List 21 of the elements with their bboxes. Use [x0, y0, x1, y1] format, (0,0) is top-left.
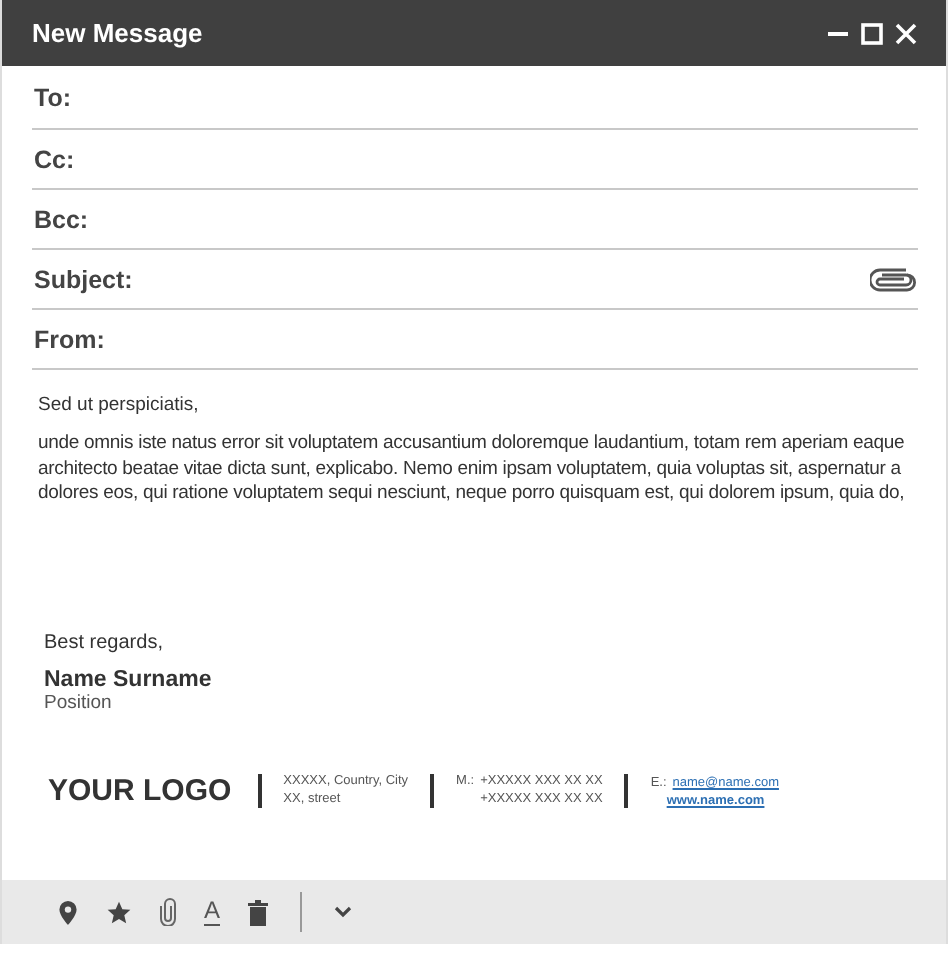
location-pin-icon[interactable] [58, 899, 78, 925]
field-label: Cc: [34, 145, 75, 173]
maximize-icon[interactable] [860, 21, 884, 45]
paperclip-icon[interactable] [870, 267, 918, 291]
field-label: Bcc: [34, 205, 89, 233]
star-icon[interactable] [106, 899, 132, 925]
message-paragraph: unde omnis iste natus error sit voluptatem accusantium doloremque laudantium, totam rem aperiam eaque architecto beatae vitae dicta sunt, explicabo. Nemo enim ipsam voluptatem, quia voluptas sit, aspernatur a dolores eos, qui ratione voluptatem sequi nesciunt, neque porro quisquam est, qui dolorem ipsum, quia do, [38, 432, 907, 507]
close-icon[interactable] [894, 21, 918, 45]
logo-text: YOUR LOGO [48, 774, 232, 808]
closing-text: Best regards, [44, 631, 165, 653]
field-label: To: [34, 83, 72, 111]
greeting-text: Sed ut perspiciatis, [38, 394, 201, 416]
trash-icon[interactable] [248, 899, 269, 925]
field-label: From: [34, 325, 105, 353]
sender-name: Name Surname [44, 667, 214, 691]
sender-position: Position [44, 691, 114, 713]
text-format-button[interactable]: A [204, 899, 221, 925]
chevron-down-icon[interactable] [334, 906, 353, 918]
field-label: Subject: [34, 265, 133, 293]
window-title: New Message [32, 18, 203, 48]
paperclip-icon[interactable] [160, 898, 176, 926]
